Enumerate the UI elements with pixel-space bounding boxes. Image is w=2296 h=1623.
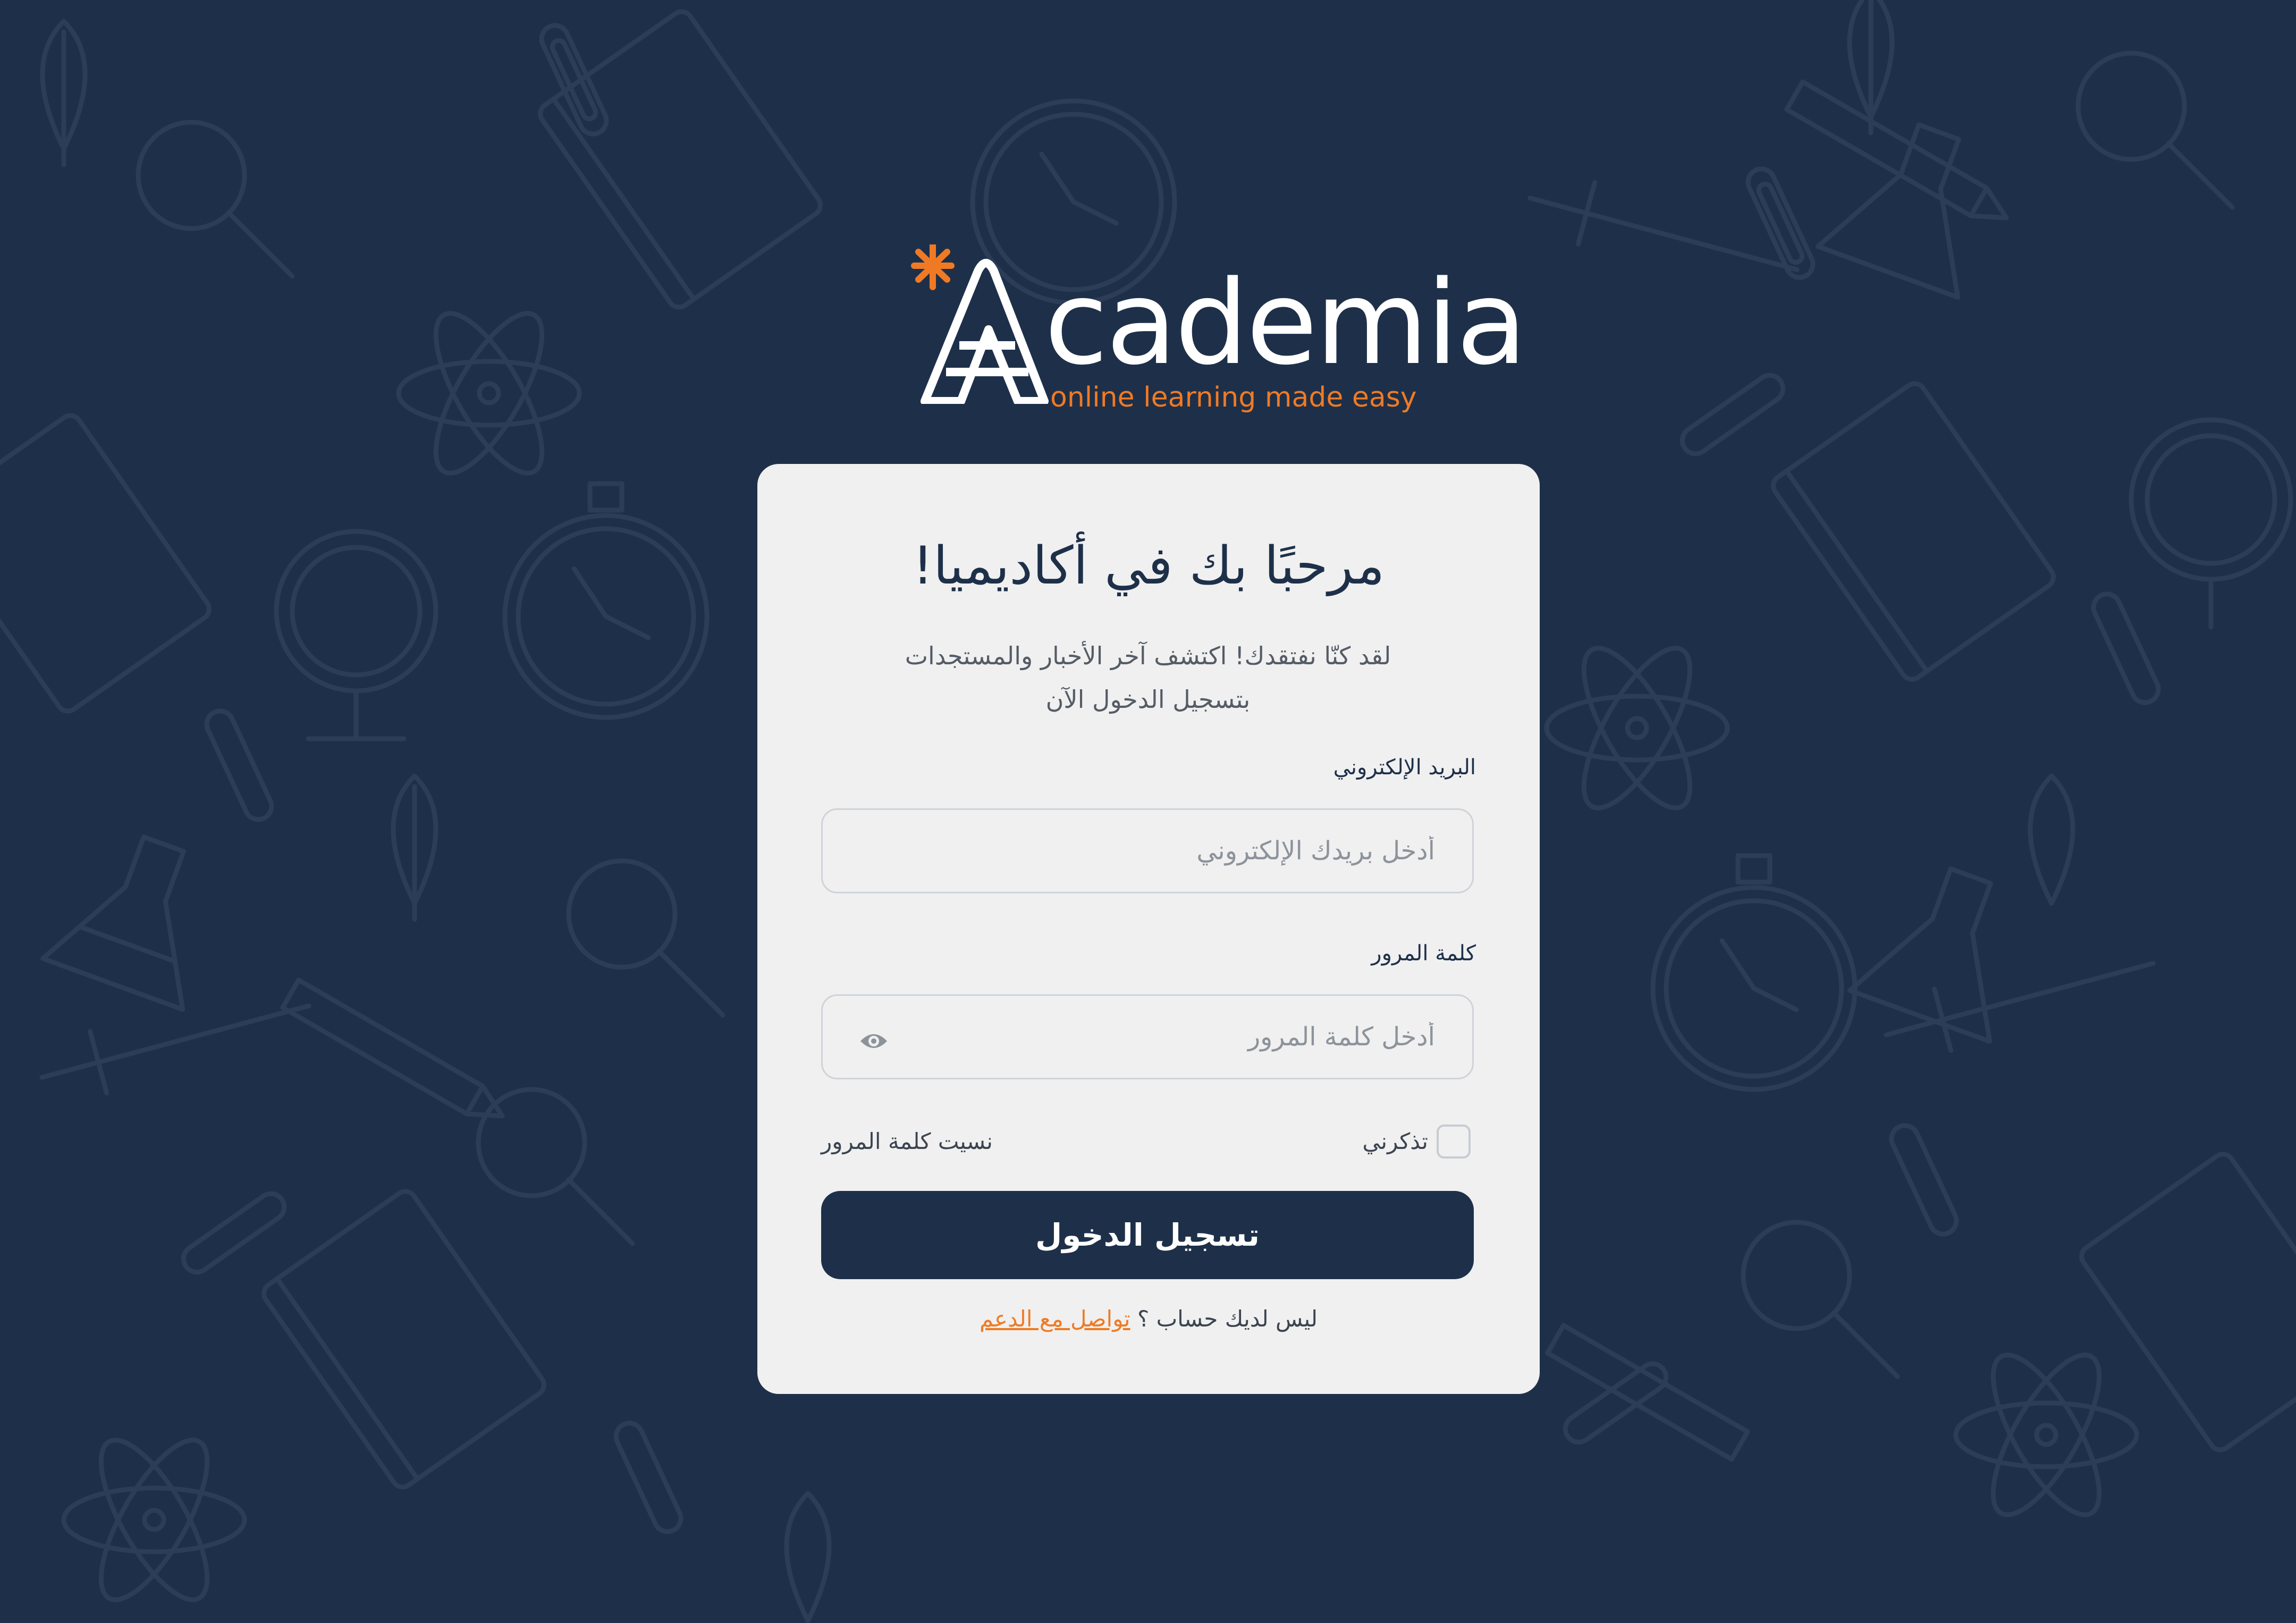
login-card: مرحبًا بك في أكاديميا! لقد كنّا نفتقدك! … bbox=[757, 464, 1540, 1394]
no-account-text: ليس لديك حساب ؟ bbox=[1137, 1306, 1318, 1332]
contact-support-link[interactable]: تواصل مع الدعم bbox=[980, 1306, 1130, 1332]
login-button[interactable]: تسجيل الدخول bbox=[821, 1191, 1474, 1279]
remember-checkbox[interactable] bbox=[1437, 1125, 1471, 1159]
password-label: كلمة المرور bbox=[1371, 941, 1476, 966]
password-field[interactable] bbox=[821, 994, 1474, 1079]
remember-label[interactable]: تذكرني bbox=[1362, 1125, 1428, 1159]
signup-footer: ليس لديك حساب ؟ تواصل مع الدعم bbox=[757, 1306, 1540, 1332]
eye-icon[interactable] bbox=[859, 1030, 888, 1052]
forgot-password-link[interactable]: نسيت كلمة المرور bbox=[821, 1125, 993, 1159]
welcome-title: مرحبًا بك في أكاديميا! bbox=[912, 536, 1385, 596]
email-field[interactable] bbox=[821, 808, 1474, 893]
brand-wordmark: cademia bbox=[1044, 256, 1527, 391]
brand-tagline: online learning made easy bbox=[1050, 382, 1417, 413]
subtitle-line-1: لقد كنّا نفتقدك! اكتشف آخر الأخبار والمس… bbox=[905, 641, 1391, 670]
subtitle-line-2: بتسجيل الدخول الآن bbox=[1045, 685, 1251, 714]
email-label: البريد الإلكتروني bbox=[1333, 755, 1476, 780]
welcome-subtitle: لقد كنّا نفتقدك! اكتشف آخر الأخبار والمس… bbox=[853, 634, 1443, 721]
academia-logo: cademia online learning made easy bbox=[898, 223, 1527, 425]
